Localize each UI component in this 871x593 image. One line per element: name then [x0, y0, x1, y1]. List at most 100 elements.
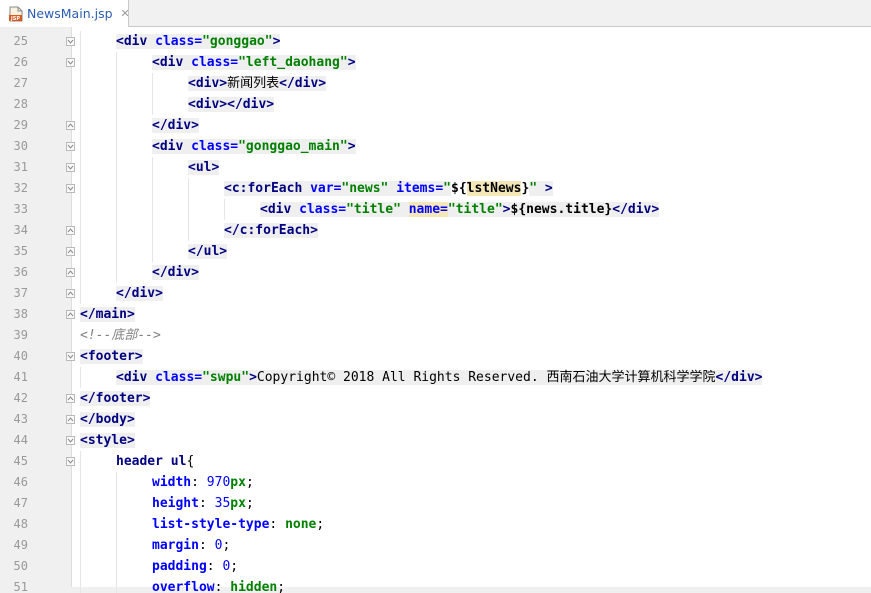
- code-token: -->: [137, 328, 161, 343]
- svg-text:JSP: JSP: [10, 16, 20, 22]
- code-text: <div class="gonggao_main">: [152, 136, 356, 157]
- code-token: >: [272, 34, 281, 49]
- code-line: header ul{: [0, 451, 799, 472]
- code-line: list-style-type: none;: [0, 514, 799, 535]
- code-token: class=: [299, 202, 347, 217]
- indent-guide: [80, 199, 81, 220]
- code-text: <div class="title" name="title">${news.t…: [260, 199, 660, 220]
- code-token: :: [214, 580, 231, 593]
- indent-guide: [152, 220, 153, 241]
- indent-guide: [80, 115, 81, 136]
- indent-guide: [116, 94, 117, 115]
- indent-guide: [152, 73, 153, 94]
- code-token: </body>: [80, 412, 135, 427]
- code-line: margin: 0;: [0, 535, 799, 556]
- code-token: </div>: [152, 265, 199, 280]
- close-icon[interactable]: ✕: [121, 7, 130, 20]
- code-line: <footer>: [0, 346, 799, 367]
- code-token: lstNews: [466, 181, 522, 196]
- code-token: "swpu": [202, 370, 250, 385]
- indent-guide: [80, 241, 81, 262]
- indent-guide: [116, 136, 117, 157]
- indent-guide: [80, 451, 81, 472]
- code-text: <div class="left_daohang">: [152, 52, 356, 73]
- code-line: <c:forEach var="news" items="${lstNews}"…: [0, 178, 799, 199]
- code-line: <div class="gonggao">: [0, 31, 799, 52]
- indent-guide: [80, 73, 81, 94]
- code-token: <ul>: [188, 160, 220, 175]
- code-line: </div>: [0, 283, 799, 304]
- indent-guide: [116, 556, 117, 577]
- code-token: class=: [191, 55, 239, 70]
- code-token: </div>: [152, 118, 199, 133]
- code-text: width: 970px;: [152, 472, 254, 493]
- code-token: ;: [277, 580, 286, 593]
- indent-guide: [116, 577, 117, 593]
- indent-guide: [80, 136, 81, 157]
- indent-guide: [188, 178, 189, 199]
- code-token: class=: [155, 34, 203, 49]
- indent-guide: [116, 514, 117, 535]
- indent-guide: [116, 157, 117, 178]
- code-text: height: 35px;: [152, 493, 254, 514]
- code-token: 970: [206, 475, 231, 490]
- code-line: </div>: [0, 115, 799, 136]
- code-token: ;: [245, 475, 254, 490]
- code-line: padding: 0;: [0, 556, 799, 577]
- indent-guide: [116, 220, 117, 241]
- code-text: </ul>: [188, 241, 228, 262]
- code-token: >: [347, 55, 356, 70]
- code-text: </div>: [152, 262, 199, 283]
- code-line: <style>: [0, 430, 799, 451]
- code-token: </c:forEach>: [224, 223, 318, 238]
- code-text: <div></div>: [188, 94, 275, 115]
- code-token: "title": [447, 202, 503, 217]
- code-token: <div: [116, 34, 156, 49]
- code-token: var=: [310, 181, 342, 196]
- code-token: none: [285, 517, 317, 532]
- code-token: class=: [155, 370, 203, 385]
- code-token: <style>: [80, 433, 135, 448]
- code-token: <div: [260, 202, 300, 217]
- indent-guide: [116, 241, 117, 262]
- code-text: <!--底部-->: [80, 325, 161, 346]
- code-token: ${news.title}: [510, 202, 613, 217]
- code-token: hidden: [230, 580, 278, 593]
- indent-guide: [116, 535, 117, 556]
- indent-guide: [80, 493, 81, 514]
- file-tab-title: NewsMain.jsp: [27, 6, 113, 21]
- code-token: 西南石油大学计算机科学学院: [546, 370, 716, 385]
- indent-guide: [80, 178, 81, 199]
- code-token: name=: [408, 202, 448, 217]
- editor-tab-bar: JSP NewsMain.jsp ✕: [0, 0, 871, 27]
- code-token: </ul>: [188, 244, 228, 259]
- code-text: list-style-type: none;: [152, 514, 324, 535]
- file-tab[interactable]: JSP NewsMain.jsp ✕: [0, 0, 130, 27]
- indent-guide: [80, 52, 81, 73]
- code-token: ;: [230, 559, 239, 574]
- code-token: >: [537, 181, 553, 196]
- indent-guide: [80, 94, 81, 115]
- code-text: <div class="swpu">Copyright© 2018 All Ri…: [116, 367, 763, 388]
- code-token: :: [206, 559, 223, 574]
- code-text: <div>新闻列表</div>: [188, 73, 327, 94]
- code-line: width: 970px;: [0, 472, 799, 493]
- code-editor[interactable]: 25 <div class="gonggao"> 26 <div class="lef…: [0, 27, 871, 593]
- code-line: <div class="title" name="title">${news.t…: [0, 199, 799, 220]
- code-text: </main>: [80, 304, 135, 325]
- indent-guide: [80, 283, 81, 304]
- indent-guide: [80, 535, 81, 556]
- code-line: <div>新闻列表</div>: [0, 73, 799, 94]
- indent-guide: [188, 220, 189, 241]
- code-token: class=: [191, 139, 239, 154]
- code-token: {: [186, 454, 195, 469]
- indent-guide: [80, 157, 81, 178]
- code-text: <div class="gonggao">: [116, 31, 281, 52]
- code-token: </footer>: [80, 391, 151, 406]
- code-token: 底部: [111, 328, 138, 343]
- code-token: ": [443, 181, 451, 196]
- code-token: <div: [116, 370, 156, 385]
- code-line: <div></div>: [0, 94, 799, 115]
- code-token: width: [152, 475, 192, 490]
- indent-guide: [80, 262, 81, 283]
